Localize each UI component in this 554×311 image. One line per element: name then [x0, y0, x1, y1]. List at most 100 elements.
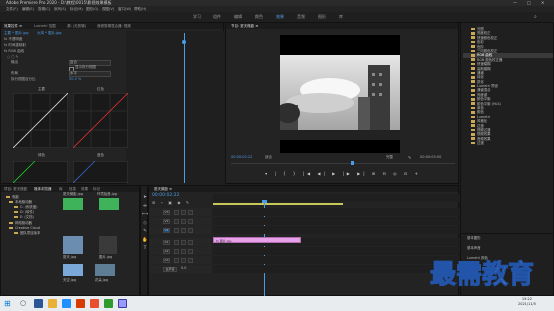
- prop-rgb-curves[interactable]: fx RGB 曲线: [4, 49, 24, 54]
- fit-select[interactable]: 适合: [265, 155, 272, 160]
- sequence-clip-label[interactable]: 大鸡 * 图片.jpg: [37, 31, 62, 36]
- track-lane[interactable]: [213, 256, 460, 264]
- track-lane[interactable]: [213, 217, 460, 225]
- lock-icon[interactable]: [174, 257, 179, 263]
- sync-icon[interactable]: [181, 257, 186, 263]
- track-label[interactable]: A1: [163, 239, 170, 245]
- track-header[interactable]: 主声道 0.0: [149, 265, 211, 273]
- tab-sequence[interactable]: 夏天微距 ≡: [154, 186, 172, 192]
- essential-sound[interactable]: 基本声音: [467, 246, 481, 250]
- media-thumb-3[interactable]: [63, 236, 83, 256]
- split-percent-value[interactable]: 50.0 %: [69, 77, 81, 82]
- track-header[interactable]: V2: [149, 217, 211, 225]
- app2-icon[interactable]: [90, 299, 99, 308]
- mask-tools[interactable]: ○ □ ✎: [7, 55, 21, 59]
- quality-select[interactable]: 完整: [386, 155, 393, 160]
- timeline-tools[interactable]: ⊞ ⌁ ▣ ◆ ✎: [152, 200, 191, 205]
- media-thumb-1[interactable]: [63, 198, 83, 212]
- transport-controls[interactable]: ▾ | { } |◀ ◀| ▶ |▶ ▶| ⊞ ⊟ ◎ ⊡ +: [226, 170, 460, 178]
- prop-time-remap[interactable]: fx 时间重映射: [4, 43, 26, 48]
- tree-team-projects[interactable]: 团队项目版本: [14, 231, 40, 235]
- start-icon[interactable]: ⊞: [4, 299, 13, 308]
- tree-e-drive[interactable]: E: (文档): [14, 215, 34, 219]
- track-lane[interactable]: [213, 226, 460, 234]
- work-area-bar[interactable]: [213, 203, 343, 205]
- sync-icon[interactable]: [181, 248, 186, 254]
- workspace-assembly[interactable]: 组件: [213, 14, 221, 20]
- media-thumb-5[interactable]: [63, 264, 83, 278]
- tab-lumetri-scopes[interactable]: Lumetri 范围: [34, 23, 56, 29]
- taskview-icon[interactable]: [34, 299, 43, 308]
- lock-icon[interactable]: [174, 248, 179, 254]
- workspace-audio[interactable]: 音频: [297, 14, 305, 20]
- tab-media-browser[interactable]: 媒体浏览器: [34, 186, 52, 192]
- clock[interactable]: 15:22 2021/11/5: [518, 297, 536, 307]
- track-label[interactable]: V1: [163, 227, 170, 233]
- sync-icon[interactable]: [181, 239, 186, 245]
- master-curve[interactable]: [13, 93, 68, 148]
- search-taskbar-icon[interactable]: ○: [20, 299, 29, 308]
- track-header[interactable]: A2: [149, 247, 211, 255]
- timeline-timecode[interactable]: 00:00:02:22: [152, 193, 179, 199]
- tree-network-drives[interactable]: 网络驱动器: [9, 221, 32, 225]
- sync-icon[interactable]: [181, 227, 186, 233]
- wrench-icon[interactable]: ✎: [408, 155, 411, 160]
- master-volume[interactable]: 0.0: [181, 266, 186, 270]
- tree-c-drive[interactable]: C: (系统盘): [14, 205, 37, 209]
- premiere-icon[interactable]: [118, 299, 127, 308]
- eye-icon[interactable]: [188, 227, 193, 233]
- program-video-frame[interactable]: [276, 35, 400, 153]
- mute-icon[interactable]: [188, 248, 193, 254]
- tree-d-drive[interactable]: D: (软件): [14, 210, 34, 214]
- keyframe-area[interactable]: [126, 31, 225, 185]
- tab-source[interactable]: 源: (无剪辑): [67, 23, 86, 29]
- mute-icon[interactable]: [188, 257, 193, 263]
- program-playhead[interactable]: [351, 161, 354, 165]
- workspace-learn[interactable]: 学习: [193, 14, 201, 20]
- blue-curve[interactable]: [73, 161, 128, 183]
- sync-icon[interactable]: [181, 218, 186, 224]
- tab-audio-mixer[interactable]: 音频剪辑混合器: 视频: [97, 23, 131, 29]
- sync-icon[interactable]: [181, 209, 186, 215]
- time-ruler[interactable]: [213, 194, 460, 202]
- browser-icon[interactable]: [62, 299, 71, 308]
- tab-program[interactable]: 节目: 夏天微距 ≡: [231, 23, 258, 29]
- app-icon[interactable]: [76, 299, 85, 308]
- track-lane[interactable]: [213, 247, 460, 255]
- app3-icon[interactable]: [104, 299, 113, 308]
- track-label[interactable]: A2: [163, 248, 170, 254]
- track-label[interactable]: 主声道: [163, 266, 177, 272]
- prop-opacity[interactable]: fx 不透明度: [4, 37, 22, 42]
- explorer-icon[interactable]: [48, 299, 57, 308]
- program-scrubber[interactable]: [231, 163, 455, 164]
- media-thumb-6[interactable]: [95, 264, 115, 278]
- media-thumb-2[interactable]: [99, 198, 119, 212]
- track-header[interactable]: A3: [149, 256, 211, 264]
- mute-icon[interactable]: [188, 239, 193, 245]
- track-header[interactable]: V3: [149, 208, 211, 216]
- lock-icon[interactable]: [174, 218, 179, 224]
- program-timecode[interactable]: 00:00:02:22: [231, 155, 252, 160]
- tab-project[interactable]: 项目: 夏天微距: [4, 186, 27, 192]
- ec-playhead[interactable]: [184, 33, 185, 183]
- workspace-effects[interactable]: 效果: [276, 14, 284, 20]
- tree-creative-cloud[interactable]: Creative Cloud: [9, 226, 40, 230]
- search-icon[interactable]: ⌕: [534, 14, 537, 20]
- lock-icon[interactable]: [174, 209, 179, 215]
- track-lane[interactable]: [213, 265, 460, 273]
- lock-icon[interactable]: [174, 227, 179, 233]
- media-thumb-4[interactable]: [99, 236, 117, 256]
- lock-icon[interactable]: [174, 239, 179, 245]
- effect-item[interactable]: 过渡: [463, 141, 553, 145]
- track-label[interactable]: A3: [163, 257, 170, 263]
- essential-graphics[interactable]: 基本图形: [467, 236, 481, 240]
- timeline-playhead-handle[interactable]: [262, 200, 267, 203]
- tab-libraries[interactable]: 库: [59, 186, 63, 192]
- track-header[interactable]: A1: [149, 238, 211, 246]
- tree-computer[interactable]: 电脑: [6, 195, 19, 199]
- track-header[interactable]: V1: [149, 226, 211, 234]
- green-curve[interactable]: [13, 161, 68, 183]
- track-label[interactable]: V2: [163, 218, 170, 224]
- workspace-graphics[interactable]: 图形: [318, 14, 326, 20]
- track-label[interactable]: V3: [163, 209, 170, 215]
